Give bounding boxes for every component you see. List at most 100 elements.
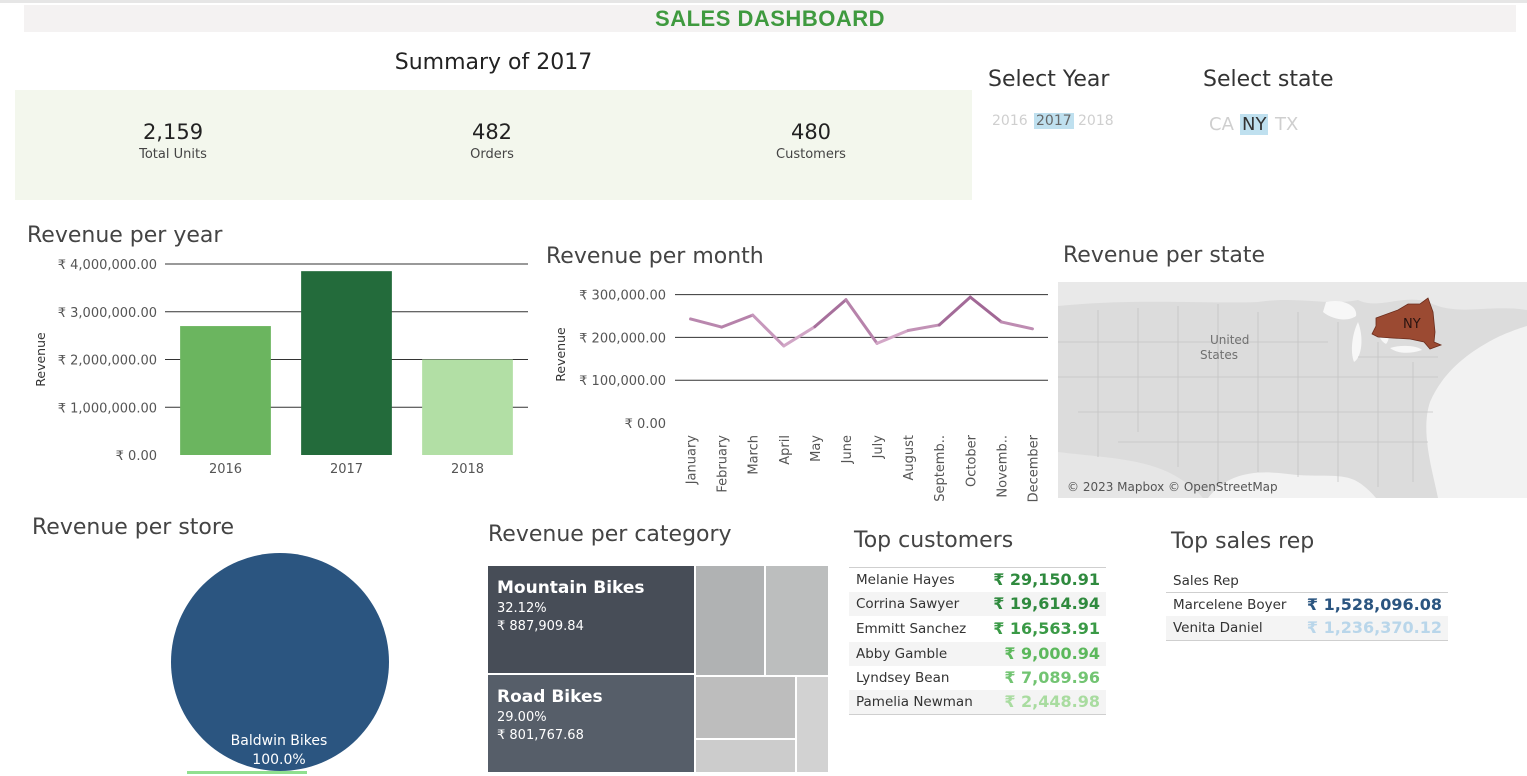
revenue-year-chart: ₹ 0.00 ₹ 1,000,000.00 ₹ 2,000,000.00 ₹ 3,00… <box>33 258 528 477</box>
y-axis-label: Revenue <box>33 332 48 387</box>
table-row[interactable]: Venita Daniel ₹ 1,236,370.12 <box>1166 616 1448 641</box>
point-January[interactable] <box>689 317 692 320</box>
x-tick-label: Novemb.. <box>995 435 1010 498</box>
table-row[interactable]: Marcelene Boyer ₹ 1,528,096.08 <box>1166 592 1448 617</box>
y-axis-label: Revenue <box>553 327 568 382</box>
x-tick-label: October <box>964 434 979 487</box>
tile-value: ₹ 887,909.84 <box>497 619 584 634</box>
treemap-tile[interactable] <box>696 740 795 772</box>
treemap-tile[interactable] <box>696 677 795 738</box>
line-segment <box>689 317 724 329</box>
line-segment <box>999 320 1034 331</box>
y-tick-label: ₹ 1,000,000.00 <box>58 401 157 416</box>
bar-2017[interactable] <box>301 271 392 455</box>
top-customers-table: Melanie Hayes ₹ 29,150.91 Corrina Sawyer… <box>849 567 1106 716</box>
y-tick-label: ₹ 4,000,000.00 <box>58 258 157 273</box>
x-tick-label: May <box>809 435 824 462</box>
kpi-customers: 480 Customers <box>711 120 911 162</box>
x-tick-label: June <box>840 435 855 464</box>
top-sales-rep-table: Sales Rep Marcelene Boyer ₹ 1,528,096.08… <box>1166 570 1448 642</box>
year-option-2018[interactable]: 2018 <box>1076 113 1116 129</box>
select-year-title: Select Year <box>988 67 1110 92</box>
kpi-label: Orders <box>470 147 514 162</box>
line-segment <box>720 313 755 329</box>
point-March[interactable] <box>751 314 754 317</box>
bar-2018[interactable] <box>422 359 513 456</box>
tile-pct: 32.12% <box>497 601 547 616</box>
line-segment <box>906 323 941 333</box>
kpi-total-units: 2,159 Total Units <box>73 120 273 162</box>
x-tick-label: 2017 <box>330 462 363 477</box>
point-Novemb..[interactable] <box>1000 320 1003 323</box>
treemap-tile-road-bikes[interactable]: Road Bikes 29.00% ₹ 801,767.68 <box>488 675 694 772</box>
point-Septemb..[interactable] <box>938 323 941 326</box>
customer-name: Lyndsey Bean <box>856 670 950 686</box>
revenue-category-title: Revenue per category <box>488 522 732 547</box>
x-tick-label: 2016 <box>209 462 242 477</box>
line-segment <box>813 298 848 329</box>
customer-revenue: ₹ 29,150.91 <box>993 570 1100 589</box>
table-row[interactable]: Corrina Sawyer ₹ 19,614.94 <box>849 592 1106 616</box>
revenue-store-title: Revenue per store <box>32 515 234 540</box>
point-October[interactable] <box>969 296 972 299</box>
y-tick-label: ₹ 0.00 <box>625 417 666 432</box>
line-segment <box>751 313 786 348</box>
point-July[interactable] <box>876 342 879 345</box>
pie-slice-label: Baldwin Bikes <box>231 733 328 749</box>
customer-revenue: ₹ 19,614.94 <box>993 594 1100 613</box>
treemap-tile[interactable] <box>766 566 828 675</box>
revenue-year-title: Revenue per year <box>27 223 223 248</box>
customer-name: Emmitt Sanchez <box>856 621 967 637</box>
category-treemap: Mountain Bikes 32.12% ₹ 887,909.84 Road … <box>488 566 828 772</box>
line-segment <box>844 298 879 345</box>
table-row[interactable]: Abby Gamble ₹ 9,000.94 <box>849 642 1106 666</box>
kpi-panel: 2,159 Total Units 482 Orders 480 Custome… <box>15 90 972 200</box>
point-June[interactable] <box>844 298 847 301</box>
y-tick-label: ₹ 300,000.00 <box>579 289 666 304</box>
customer-name: Abby Gamble <box>856 646 948 662</box>
table-row[interactable]: Pamelia Newman ₹ 2,448.98 <box>849 690 1106 715</box>
customer-name: Pamelia Newman <box>856 694 973 710</box>
table-row[interactable]: Emmitt Sanchez ₹ 16,563.91 <box>849 617 1106 641</box>
customer-revenue: ₹ 9,000.94 <box>1004 644 1100 663</box>
x-tick-label: March <box>747 435 762 475</box>
x-tick-label: December <box>1026 434 1041 502</box>
year-option-2016[interactable]: 2016 <box>990 113 1030 129</box>
kpi-value: 2,159 <box>142 120 204 144</box>
pie-underline <box>187 771 307 774</box>
customer-revenue: ₹ 2,448.98 <box>1004 692 1100 711</box>
pie-slice-pct: 100.0% <box>252 752 305 768</box>
treemap-tile[interactable] <box>797 677 828 772</box>
point-April[interactable] <box>782 344 785 347</box>
us-map[interactable]: NY United States © 2023 Mapbox © OpenStre… <box>1058 282 1527 498</box>
point-February[interactable] <box>720 326 723 329</box>
state-option-ca[interactable]: CA <box>1207 114 1236 135</box>
x-tick-label: January <box>685 435 700 486</box>
point-May[interactable] <box>813 325 816 328</box>
line-segment <box>782 325 817 348</box>
bar-2016[interactable] <box>180 326 271 455</box>
tile-name: Mountain Bikes <box>497 578 645 598</box>
treemap-tile-mountain-bikes[interactable]: Mountain Bikes 32.12% ₹ 887,909.84 <box>488 566 694 673</box>
table-row[interactable]: Melanie Hayes ₹ 29,150.91 <box>849 568 1106 592</box>
x-tick-label: 2018 <box>451 462 484 477</box>
y-tick-label: ₹ 200,000.00 <box>579 331 666 346</box>
select-state-title: Select state <box>1203 67 1334 92</box>
map-attribution: © 2023 Mapbox © OpenStreetMap <box>1067 480 1278 494</box>
y-tick-label: ₹ 0.00 <box>116 449 157 464</box>
year-option-2017[interactable]: 2017 <box>1034 113 1074 129</box>
customer-name: Melanie Hayes <box>856 572 955 588</box>
dashboard-title: SALES DASHBOARD <box>24 5 1516 32</box>
table-row[interactable]: Lyndsey Bean ₹ 7,089.96 <box>849 666 1106 690</box>
revenue-store-pie: Baldwin Bikes 100.0% <box>171 553 389 774</box>
point-August[interactable] <box>907 329 910 332</box>
treemap-tile[interactable] <box>696 566 764 675</box>
top-customers-title: Top customers <box>854 528 1014 553</box>
state-option-tx[interactable]: TX <box>1273 114 1300 135</box>
point-December[interactable] <box>1031 327 1034 330</box>
customer-revenue: ₹ 16,563.91 <box>993 619 1100 638</box>
x-tick-label: July <box>871 435 886 460</box>
state-option-ny[interactable]: NY <box>1240 114 1269 135</box>
y-tick-label: ₹ 3,000,000.00 <box>58 306 157 321</box>
y-tick-label: ₹ 100,000.00 <box>579 374 666 389</box>
